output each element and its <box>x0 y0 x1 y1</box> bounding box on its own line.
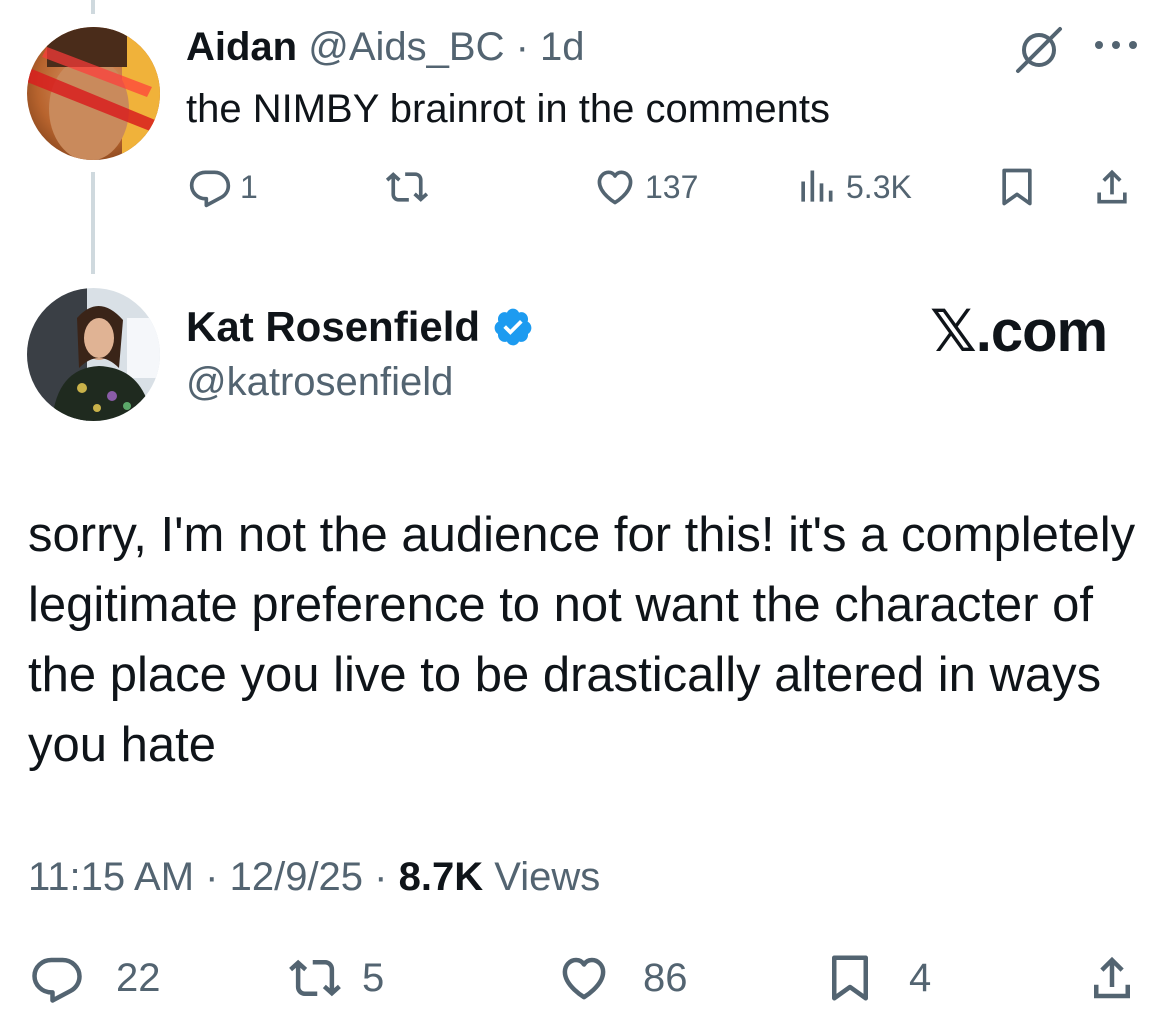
main-action-repost[interactable]: 5 <box>288 950 384 1006</box>
bookmark-count: 4 <box>909 955 932 1000</box>
thread-line <box>91 172 95 274</box>
reply-icon <box>32 957 82 1003</box>
main-action-share[interactable] <box>1085 950 1139 1006</box>
tweet-date[interactable]: 12/9/25 <box>230 855 363 899</box>
meta-separator: · <box>194 855 230 899</box>
tweet-text: sorry, I'm not the audience for this! it… <box>28 508 1136 772</box>
main-action-reply[interactable]: 22 <box>30 950 161 1006</box>
repost-count: 5 <box>362 955 385 1000</box>
reply-action-views[interactable]: 5.3K <box>794 163 912 211</box>
main-action-bookmark[interactable]: 4 <box>823 950 931 1006</box>
avatar[interactable] <box>27 27 160 160</box>
meta-separator: · <box>363 855 399 899</box>
heart-icon <box>597 170 633 205</box>
reply-count: 22 <box>116 955 161 1000</box>
views-count: 5.3K <box>846 168 912 205</box>
views-label: Views <box>494 855 601 899</box>
verified-badge-icon[interactable] <box>492 306 534 348</box>
tweet-time[interactable]: 11:15 AM <box>28 855 194 899</box>
reply-action-reply[interactable]: 1 <box>188 163 258 211</box>
repost-icon <box>385 172 429 202</box>
tweet-metadata: 11:15 AM · 12/9/25 · 8.7K Views <box>28 853 600 901</box>
like-count: 137 <box>645 168 699 205</box>
thread-line-top <box>91 0 95 14</box>
author-name[interactable]: Kat Rosenfield <box>186 302 480 352</box>
views-icon <box>801 170 833 202</box>
repost-icon <box>289 959 341 997</box>
x-brand-logo: 𝕏.com <box>930 299 1108 364</box>
share-icon <box>1097 169 1127 204</box>
reply-timestamp[interactable]: 1d <box>540 25 585 69</box>
main-action-like[interactable]: 86 <box>557 950 688 1006</box>
bookmark-icon <box>832 955 868 1001</box>
author-name-row: Kat Rosenfield <box>186 302 534 352</box>
like-count: 86 <box>643 955 688 1000</box>
reply-action-bookmark[interactable] <box>995 163 1039 211</box>
reply-author-name[interactable]: Aidan <box>186 25 297 69</box>
avatar[interactable] <box>27 288 160 421</box>
share-icon <box>1094 956 1130 999</box>
author-handle[interactable]: @katrosenfield <box>186 358 453 406</box>
reply-author-handle[interactable]: @Aids_BC <box>308 25 504 69</box>
reply-icon <box>189 170 231 208</box>
more-options-icon[interactable] <box>1093 38 1139 52</box>
reply-action-repost[interactable] <box>385 163 437 211</box>
grok-icon[interactable] <box>1015 26 1063 74</box>
reply-action-share[interactable] <box>1090 163 1134 211</box>
reply-separator: · <box>504 25 541 69</box>
reply-text: the NIMBY brainrot in the comments <box>186 87 830 131</box>
reply-header: Aidan @Aids_BC · 1d <box>186 24 585 70</box>
reply-count: 1 <box>240 168 258 205</box>
reply-action-like[interactable]: 137 <box>593 163 698 211</box>
heart-icon <box>562 957 606 1000</box>
views-count[interactable]: 8.7K <box>399 855 484 899</box>
bookmark-icon <box>1002 168 1032 206</box>
